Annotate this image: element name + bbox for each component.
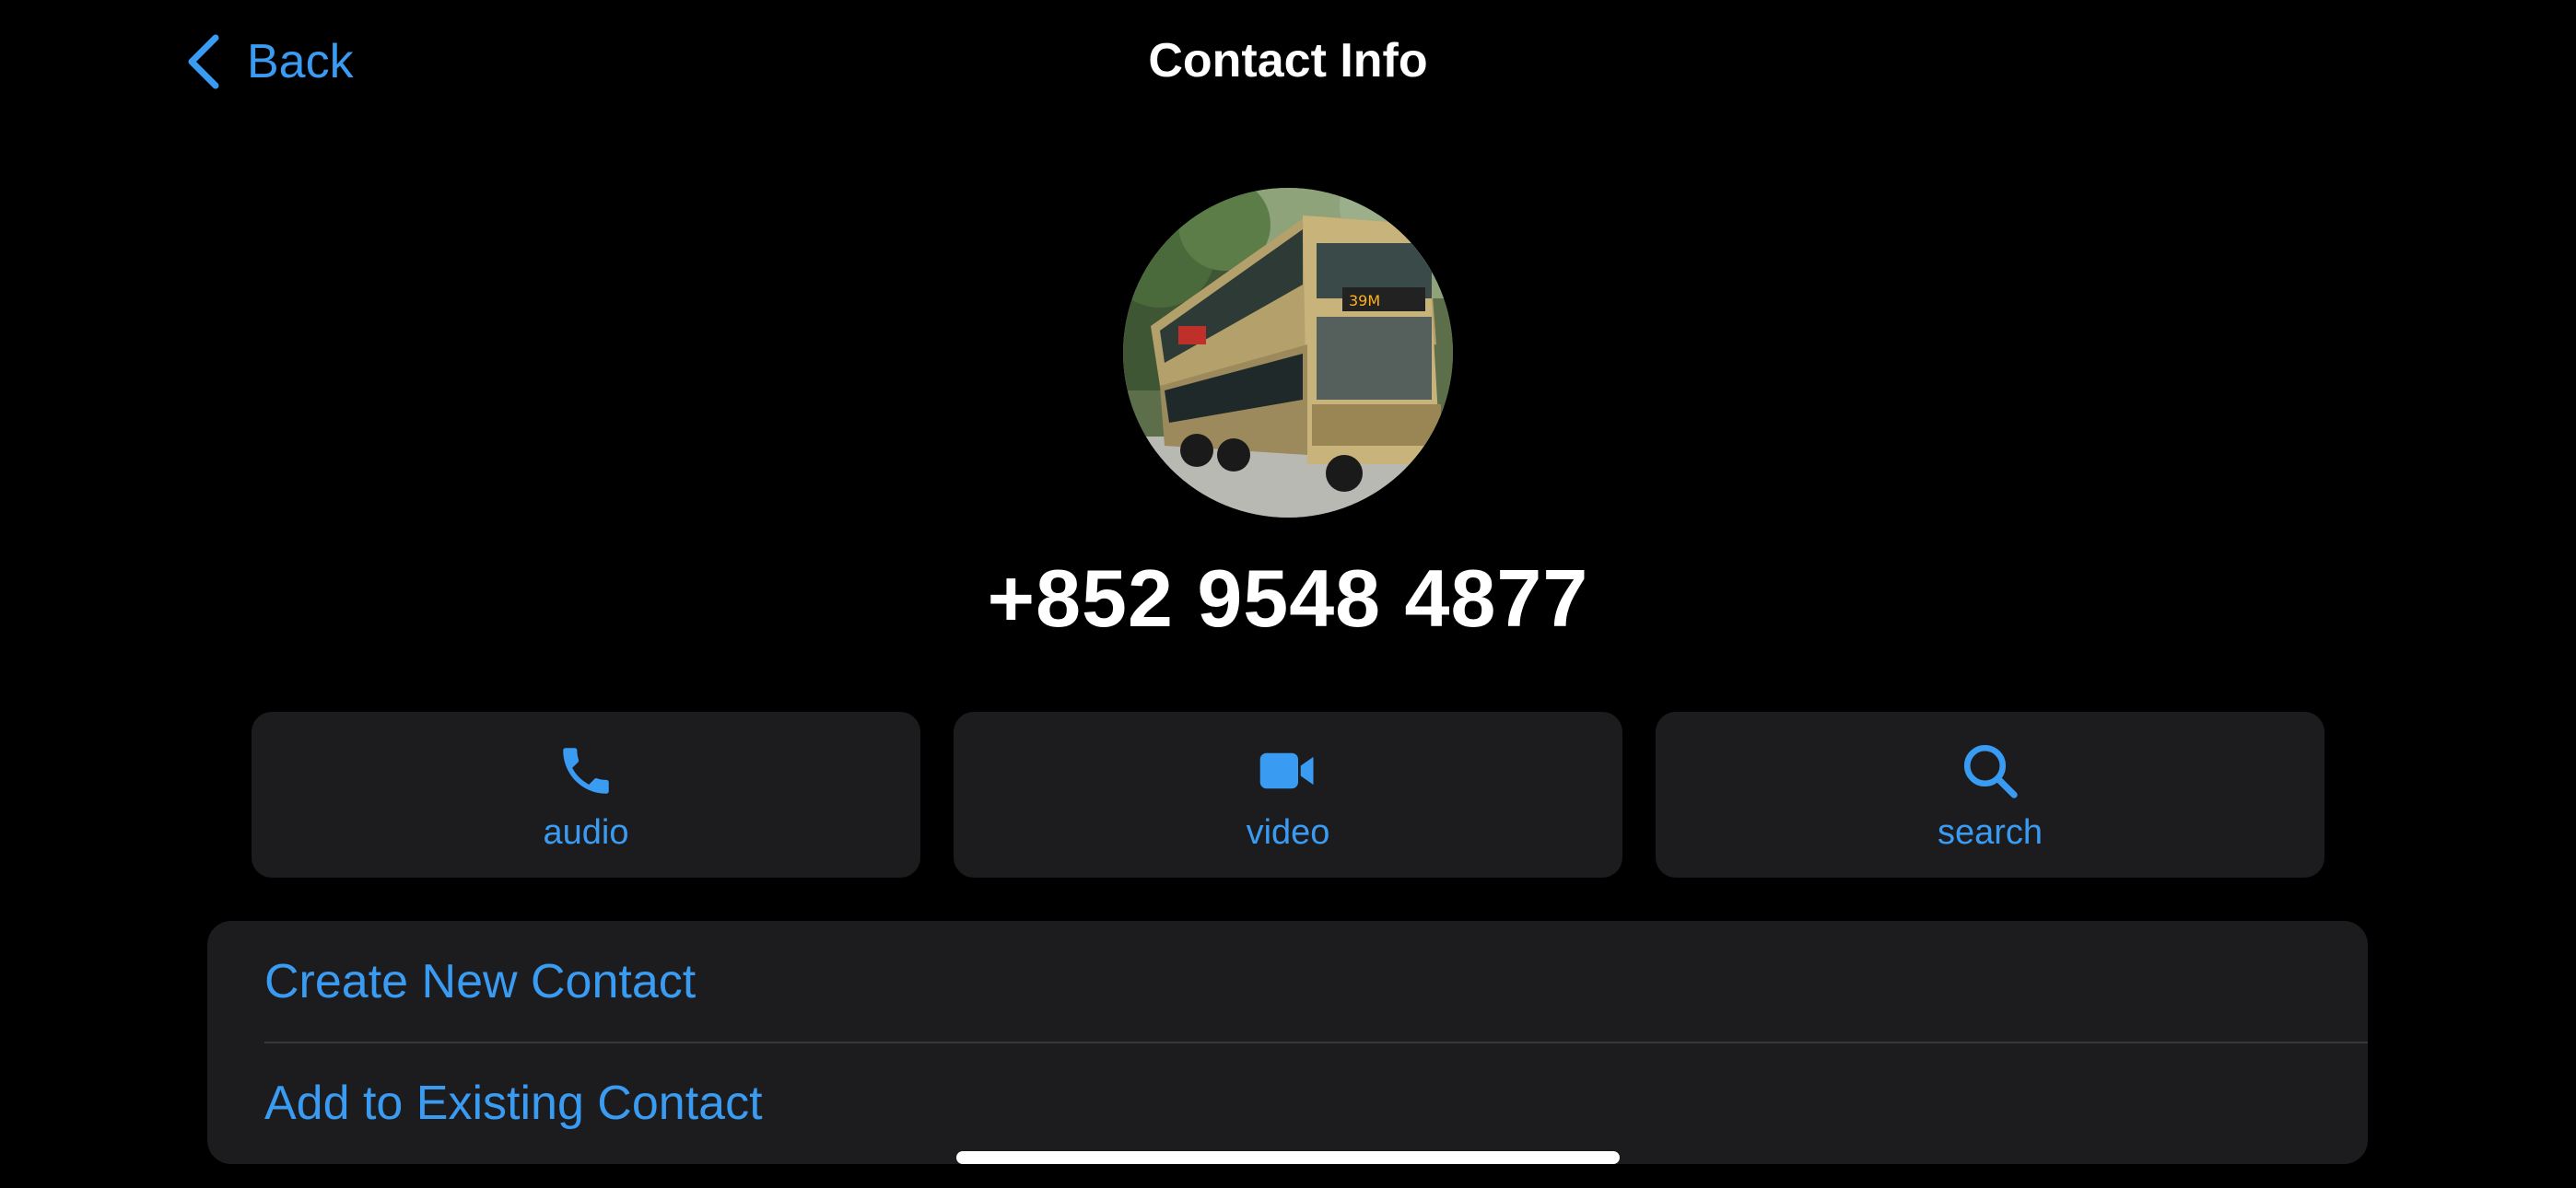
- search-label: search: [1937, 813, 2043, 852]
- avatar[interactable]: 39M: [1123, 188, 1453, 518]
- search-button[interactable]: search: [1656, 712, 2324, 878]
- audio-call-button[interactable]: audio: [252, 712, 920, 878]
- contact-options-list: Create New Contact Add to Existing Conta…: [207, 921, 2368, 1164]
- video-label: video: [1246, 813, 1330, 852]
- create-new-contact-button[interactable]: Create New Contact: [207, 921, 2368, 1042]
- phone-icon: [556, 740, 616, 801]
- video-call-button[interactable]: video: [954, 712, 1622, 878]
- page-title: Contact Info: [1148, 34, 1428, 87]
- action-buttons: audio video search: [252, 712, 2324, 878]
- add-to-existing-contact-button[interactable]: Add to Existing Contact: [207, 1042, 2368, 1164]
- contact-phone-number: +852 9548 4877: [987, 553, 1589, 644]
- audio-label: audio: [543, 813, 629, 852]
- search-icon: [1960, 740, 2020, 801]
- svg-text:39M: 39M: [1349, 292, 1380, 309]
- bus-photo: 39M: [1123, 188, 1453, 518]
- contact-info-screen: Back Contact Info 39M +852 9548 4877 aud…: [0, 0, 2576, 1188]
- home-indicator[interactable]: [956, 1151, 1620, 1164]
- video-camera-icon: [1258, 740, 1318, 801]
